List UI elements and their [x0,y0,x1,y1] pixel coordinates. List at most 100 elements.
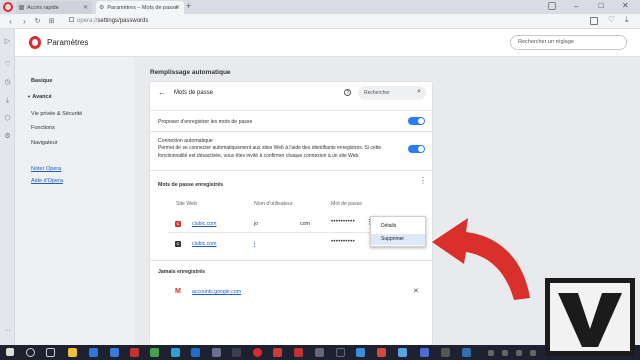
password-search-input[interactable]: Rechercher ⌕ [358,86,426,100]
tab-quick-access[interactable]: Accès rapide ✕ [16,1,92,14]
address-field[interactable]: opera://settings/passwords [66,16,536,27]
auto-signin-description: Permet de se connecter automatiquement a… [158,145,382,159]
new-tab-button[interactable]: + [186,1,191,11]
edge-icon[interactable] [89,348,98,357]
password-masked: •••••••••• [331,219,356,225]
nav-item-privacy[interactable]: Vie privée & Sécurité [31,111,82,117]
file-explorer-icon[interactable] [68,348,77,357]
column-header-password: Mot de passe [331,201,363,207]
close-tab-icon[interactable]: ✕ [175,4,180,11]
gear-icon: ⚙ [99,5,105,11]
menu-item-details[interactable]: Détails [371,220,425,232]
tray-icon[interactable] [530,350,536,356]
app-icon[interactable] [420,348,429,357]
site-link[interactable]: clubic.com [192,221,217,227]
opera-help-link[interactable]: Aide d'Opera [31,178,63,184]
download-icon[interactable]: ⤓ [3,96,12,105]
close-window-icon[interactable]: ✕ [622,1,629,10]
clock-icon[interactable]: ◷ [3,78,12,87]
divider [150,170,432,171]
never-site-link[interactable]: accounts.google.com [192,289,241,295]
app-icon[interactable] [212,348,221,357]
password-context-menu: Détails Supprimer [370,216,426,247]
app-icon[interactable] [441,348,450,357]
password-masked: •••••••••• [331,239,356,245]
tab-label: Paramètres – Mots de passe [107,4,178,11]
gear-icon[interactable]: ⚙ [3,132,12,141]
heart-icon[interactable]: ♡ [608,15,615,24]
menu-item-delete[interactable]: Supprimer [371,234,425,245]
tray-icon[interactable] [516,350,522,356]
app-icon[interactable] [150,348,159,357]
minimize-icon[interactable]: – [574,2,578,11]
username-value-end: com [300,221,310,227]
page-icon [69,17,74,22]
tab-settings-passwords[interactable]: ⚙ Paramètres – Mots de passe ✕ [96,1,184,14]
address-path: settings/passwords [97,18,149,24]
snapshot-icon[interactable] [590,17,598,25]
nav-item-advanced[interactable]: ▼ Avancé [27,94,52,100]
app-icon[interactable] [191,348,200,357]
divider [168,232,378,233]
settings-search-input[interactable]: Rechercher un réglage [510,35,627,50]
app-icon[interactable] [462,348,471,357]
offer-save-toggle[interactable] [408,117,425,125]
opera-menu-icon[interactable] [3,2,13,12]
logo-v-icon [558,293,622,347]
search-icon[interactable] [26,348,35,357]
username-value: jo [254,221,259,227]
rate-opera-link[interactable]: Noter Opera [31,166,61,172]
more-vert-icon[interactable]: ⋮ [419,176,427,185]
opera-taskbar-icon[interactable] [253,348,262,357]
auto-signin-toggle[interactable] [408,145,425,153]
app-icon[interactable] [232,348,241,357]
cube-icon[interactable]: ⬡ [3,114,12,123]
home-icon[interactable]: ⊞ [47,17,56,26]
tray-icon[interactable] [502,350,508,356]
page-title: Paramètres [47,38,89,47]
play-icon[interactable]: ▷ [3,37,12,46]
app-icon[interactable] [273,348,282,357]
download-icon[interactable]: ⤓ [625,15,629,25]
app-icon[interactable] [110,348,119,357]
divider [150,260,432,261]
settings-header: Paramètres Rechercher un réglage [15,29,640,57]
tray-icon[interactable] [488,350,494,356]
back-arrow-icon[interactable]: ← [158,88,166,97]
nav-item-label: Avancé [32,94,52,100]
close-tab-icon[interactable]: ✕ [83,4,88,11]
site-link[interactable]: clubic.com [192,241,217,247]
nav-item-basic[interactable]: Basique [31,78,52,84]
forward-icon[interactable]: › [20,17,29,26]
app-icon[interactable] [398,348,407,357]
username-redaction [262,219,297,227]
gmail-icon: M [175,288,181,295]
task-view-icon[interactable] [46,348,55,357]
settings-nav: Basique ▼ Avancé Vie privée & Sécurité F… [15,57,135,345]
maximize-icon[interactable]: ☐ [598,2,604,10]
app-icon[interactable] [377,348,386,357]
browser-tab-bar: Accès rapide ✕ ⚙ Paramètres – Mots de pa… [0,0,640,14]
app-icon[interactable] [171,348,180,357]
nav-item-features[interactable]: Fonctions [31,125,55,131]
never-saved-title: Jamais enregistrés [158,269,206,275]
tab-search-icon[interactable] [548,2,556,10]
clubic-favicon-icon: C [175,221,181,227]
chevron-down-icon: ▼ [27,94,31,99]
app-icon[interactable] [294,348,303,357]
reload-icon[interactable]: ↻ [33,17,42,26]
back-icon[interactable]: ‹ [6,17,15,26]
help-icon[interactable]: ? [344,89,351,96]
column-header-username: Nom d'utilisateur [254,201,293,207]
app-icon[interactable] [356,348,365,357]
windows-start-icon[interactable] [6,348,14,356]
divider [150,110,432,111]
clubic-favicon-icon: C [175,241,181,247]
nav-item-browser[interactable]: Navigateur [31,140,58,146]
more-icon[interactable]: ··· [3,326,12,335]
app-icon[interactable] [130,348,139,357]
app-icon[interactable] [315,348,324,357]
heart-icon[interactable]: ♡ [3,60,12,69]
app-icon[interactable] [336,348,345,357]
remove-site-icon[interactable]: ✕ [413,287,419,295]
